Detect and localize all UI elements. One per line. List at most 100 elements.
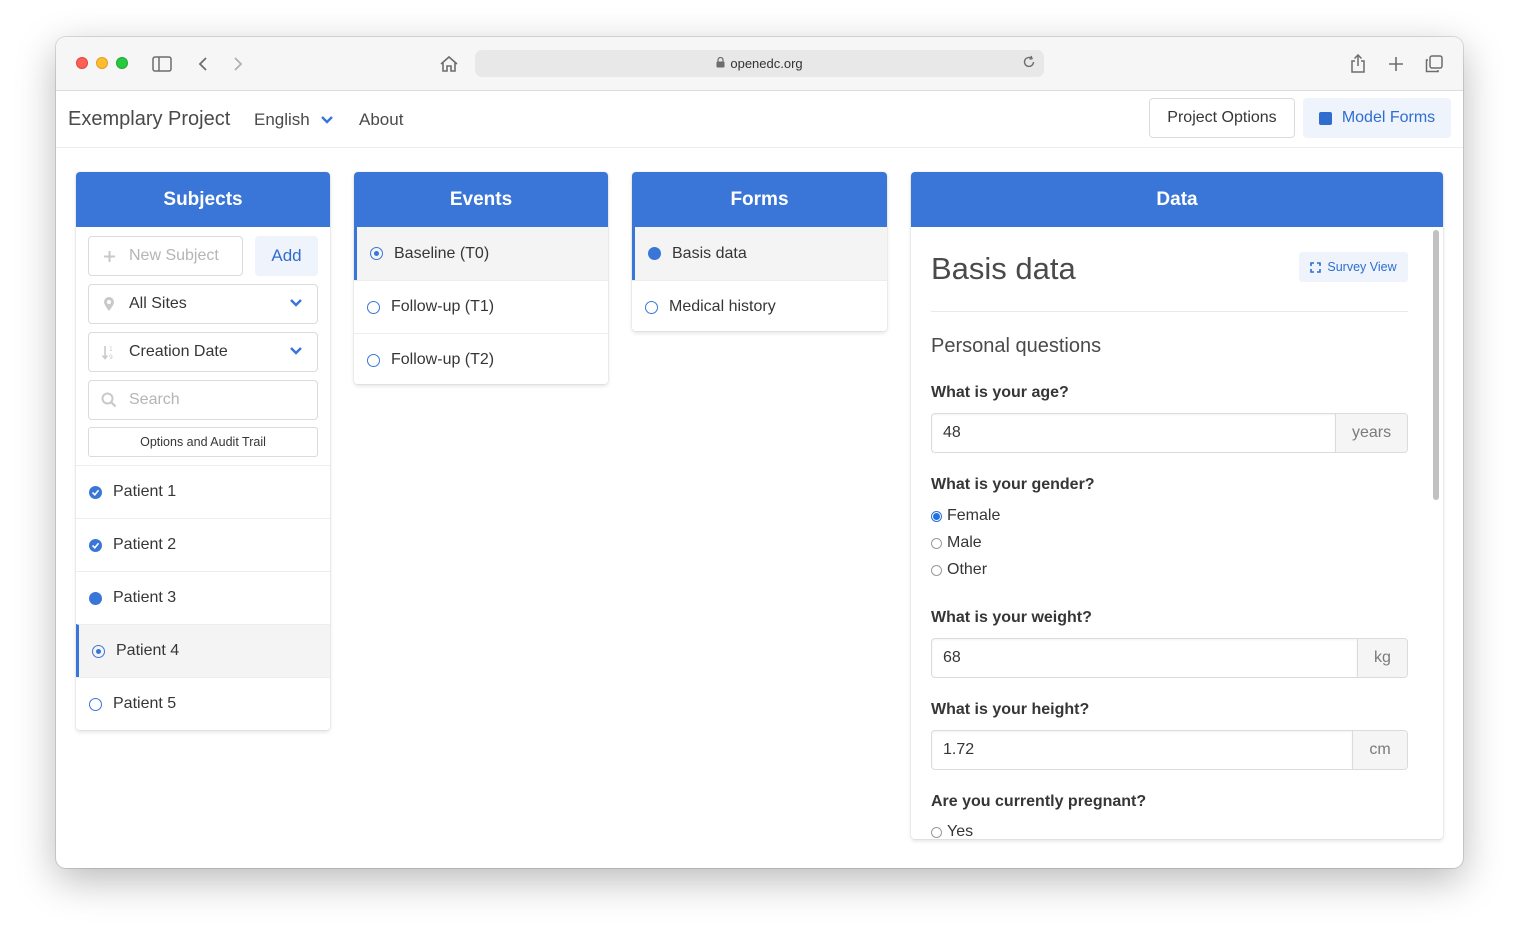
- weight-question: What is your weight?: [931, 609, 1092, 626]
- subject-label: Patient 4: [116, 642, 180, 659]
- pregnant-option-yes[interactable]: Yes: [931, 823, 973, 839]
- sidebar-toggle-icon[interactable]: [152, 54, 172, 74]
- event-label: Follow-up (T1): [391, 298, 495, 315]
- pregnant-question: Are you currently pregnant?: [931, 793, 1147, 810]
- check-circle-icon: [89, 485, 102, 499]
- survey-view-button[interactable]: Survey View: [1299, 252, 1408, 282]
- event-item-selected[interactable]: Baseline (T0): [354, 227, 608, 280]
- site-filter-value: All Sites: [129, 295, 187, 312]
- home-icon[interactable]: [439, 54, 459, 74]
- new-subject-input[interactable]: New Subject: [88, 236, 243, 276]
- height-unit: cm: [1352, 731, 1407, 769]
- lock-icon: [716, 56, 725, 71]
- gender-option-label: Male: [947, 534, 982, 551]
- close-window-button[interactable]: [76, 57, 88, 69]
- subject-label: Patient 3: [113, 589, 177, 606]
- pregnant-option-label: Yes: [947, 823, 974, 839]
- age-input[interactable]: 48: [932, 414, 1335, 452]
- section-title: Personal questions: [931, 335, 1102, 357]
- url-text: openedc.org: [730, 56, 803, 71]
- back-icon[interactable]: [197, 54, 209, 74]
- empty-circle-icon: [89, 697, 102, 711]
- gender-option-female[interactable]: Female: [931, 507, 1000, 525]
- radio-icon: [931, 564, 942, 576]
- chevron-down-icon: [290, 347, 302, 355]
- forward-icon[interactable]: [232, 54, 244, 74]
- event-label: Baseline (T0): [394, 244, 490, 262]
- age-field[interactable]: 48 years: [931, 413, 1408, 453]
- gender-option-other[interactable]: Other: [931, 561, 987, 579]
- radio-selected-icon: [931, 510, 942, 522]
- maximize-window-button[interactable]: [116, 57, 128, 69]
- tab-overview-icon[interactable]: [1425, 54, 1443, 74]
- empty-circle-icon: [645, 300, 658, 314]
- subject-list: Patient 1 Patient 2 Patient 3 Patient 4 …: [76, 465, 330, 730]
- form-label: Medical history: [669, 298, 776, 315]
- expand-icon: [1310, 261, 1322, 273]
- form-label: Basis data: [672, 244, 747, 262]
- age-unit: years: [1335, 414, 1407, 452]
- about-link[interactable]: About: [359, 110, 403, 130]
- browser-window: openedc.org Exemplary Project English Ab…: [56, 37, 1463, 868]
- form-item[interactable]: Medical history: [632, 280, 887, 331]
- subject-label: Patient 5: [113, 695, 177, 712]
- site-filter-select[interactable]: All Sites: [88, 284, 318, 324]
- empty-circle-icon: [367, 353, 380, 367]
- filled-circle-icon: [648, 247, 661, 260]
- height-input[interactable]: 1.72: [932, 731, 1352, 769]
- age-question: What is your age?: [931, 384, 1069, 401]
- subject-item[interactable]: Patient 2: [76, 518, 330, 571]
- language-label: English: [254, 110, 310, 129]
- check-circle-icon: [89, 538, 102, 552]
- filled-circle-icon: [89, 591, 102, 605]
- weight-field[interactable]: 68 kg: [931, 638, 1408, 678]
- project-options-button[interactable]: Project Options: [1149, 98, 1295, 138]
- empty-circle-icon: [367, 300, 380, 314]
- subjects-header: Subjects: [76, 172, 330, 227]
- svg-text:9: 9: [109, 354, 113, 360]
- chevron-down-icon: [320, 116, 333, 124]
- sort-order-value: Creation Date: [129, 343, 228, 360]
- dot-circle-icon: [370, 247, 383, 260]
- scrollbar[interactable]: [1433, 230, 1439, 500]
- height-question: What is your height?: [931, 701, 1090, 718]
- app-navbar: Exemplary Project English About Project …: [56, 91, 1463, 148]
- subject-item-selected[interactable]: Patient 4: [76, 624, 330, 677]
- event-item[interactable]: Follow-up (T2): [354, 333, 608, 384]
- chevron-down-icon: [290, 299, 302, 307]
- form-item-selected[interactable]: Basis data: [632, 227, 887, 280]
- subject-item[interactable]: Patient 3: [76, 571, 330, 624]
- subject-item[interactable]: Patient 5: [76, 677, 330, 730]
- search-icon: [89, 392, 129, 408]
- forms-panel: Forms Basis data Medical history: [632, 172, 887, 331]
- language-selector[interactable]: English: [254, 110, 334, 130]
- add-subject-button[interactable]: Add: [255, 236, 318, 276]
- form-content: Basis data Survey View Personal question…: [911, 227, 1431, 839]
- plus-icon: [89, 250, 129, 263]
- model-forms-button[interactable]: Model Forms: [1303, 98, 1451, 138]
- reload-icon[interactable]: [1022, 55, 1036, 72]
- model-forms-label: Model Forms: [1341, 109, 1436, 126]
- gender-option-label: Other: [947, 561, 988, 578]
- subject-item[interactable]: Patient 1: [76, 465, 330, 518]
- event-label: Follow-up (T2): [391, 351, 495, 368]
- new-subject-placeholder: New Subject: [129, 247, 219, 264]
- svg-text:1: 1: [109, 346, 113, 353]
- radio-icon: [931, 826, 942, 838]
- sort-order-select[interactable]: 19 Creation Date: [88, 332, 318, 372]
- options-audit-trail-button[interactable]: Options and Audit Trail: [88, 427, 318, 457]
- subject-label: Patient 1: [113, 483, 177, 500]
- project-title[interactable]: Exemplary Project: [68, 108, 230, 131]
- dot-circle-icon: [92, 644, 105, 658]
- event-item[interactable]: Follow-up (T1): [354, 280, 608, 333]
- weight-input[interactable]: 68: [932, 639, 1357, 677]
- minimize-window-button[interactable]: [96, 57, 108, 69]
- new-tab-icon[interactable]: [1388, 54, 1404, 74]
- subject-search-input[interactable]: Search: [88, 380, 318, 420]
- gender-option-male[interactable]: Male: [931, 534, 982, 552]
- address-bar[interactable]: openedc.org: [475, 50, 1044, 77]
- gender-option-label: Female: [947, 507, 1001, 524]
- share-icon[interactable]: [1350, 54, 1366, 74]
- square-icon: [1318, 111, 1332, 125]
- height-field[interactable]: 1.72 cm: [931, 730, 1408, 770]
